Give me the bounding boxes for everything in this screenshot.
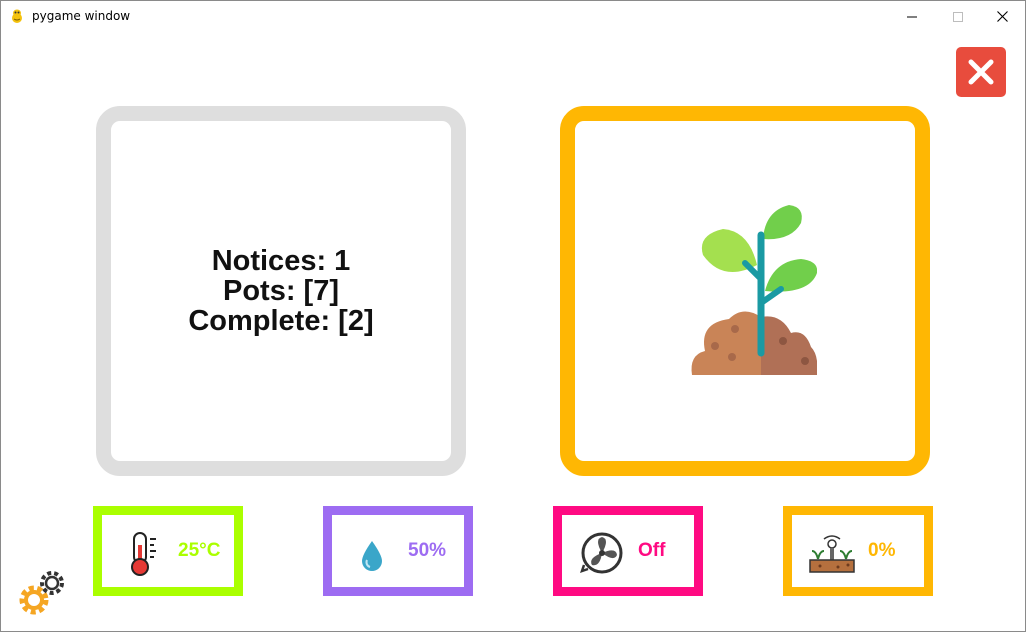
exit-button[interactable] bbox=[956, 47, 1006, 97]
temperature-tile[interactable]: 25°C bbox=[93, 506, 243, 596]
minimize-icon bbox=[907, 16, 917, 17]
close-x-icon bbox=[968, 59, 994, 85]
window-title: pygame window bbox=[32, 9, 131, 23]
close-icon bbox=[996, 11, 1008, 22]
settings-gear-icon[interactable] bbox=[14, 566, 68, 620]
humidity-value: 50% bbox=[408, 540, 447, 561]
title-bar: pygame window bbox=[1, 1, 1025, 32]
window-close-button[interactable] bbox=[979, 1, 1025, 32]
thermometer-icon bbox=[131, 532, 156, 576]
temperature-value: 25°C bbox=[178, 540, 221, 561]
status-summary: Notices: 1 Pots: [7] Complete: [2] bbox=[188, 246, 373, 336]
fan-icon bbox=[580, 532, 623, 574]
soil-sensor-icon bbox=[809, 535, 855, 573]
maximize-button[interactable] bbox=[935, 1, 981, 32]
plant-sprout-icon bbox=[691, 205, 817, 375]
soil-moisture-tile[interactable]: 0% bbox=[783, 506, 933, 596]
fan-tile[interactable]: Off bbox=[553, 506, 703, 596]
complete-list: Complete: [2] bbox=[188, 305, 374, 337]
minimize-button[interactable] bbox=[889, 1, 935, 32]
plant-view-panel[interactable] bbox=[560, 106, 930, 476]
soil-moisture-value: 0% bbox=[868, 540, 896, 561]
pygame-snake-icon bbox=[12, 9, 22, 23]
humidity-tile[interactable]: 50% bbox=[323, 506, 473, 596]
status-info-panel: Notices: 1 Pots: [7] Complete: [2] bbox=[96, 106, 466, 476]
water-drop-icon bbox=[362, 541, 382, 571]
maximize-icon bbox=[953, 11, 963, 22]
notices-count: Notices: 1 bbox=[211, 245, 351, 277]
fan-status: Off bbox=[638, 540, 666, 561]
pots-list: Pots: [7] bbox=[222, 275, 339, 307]
